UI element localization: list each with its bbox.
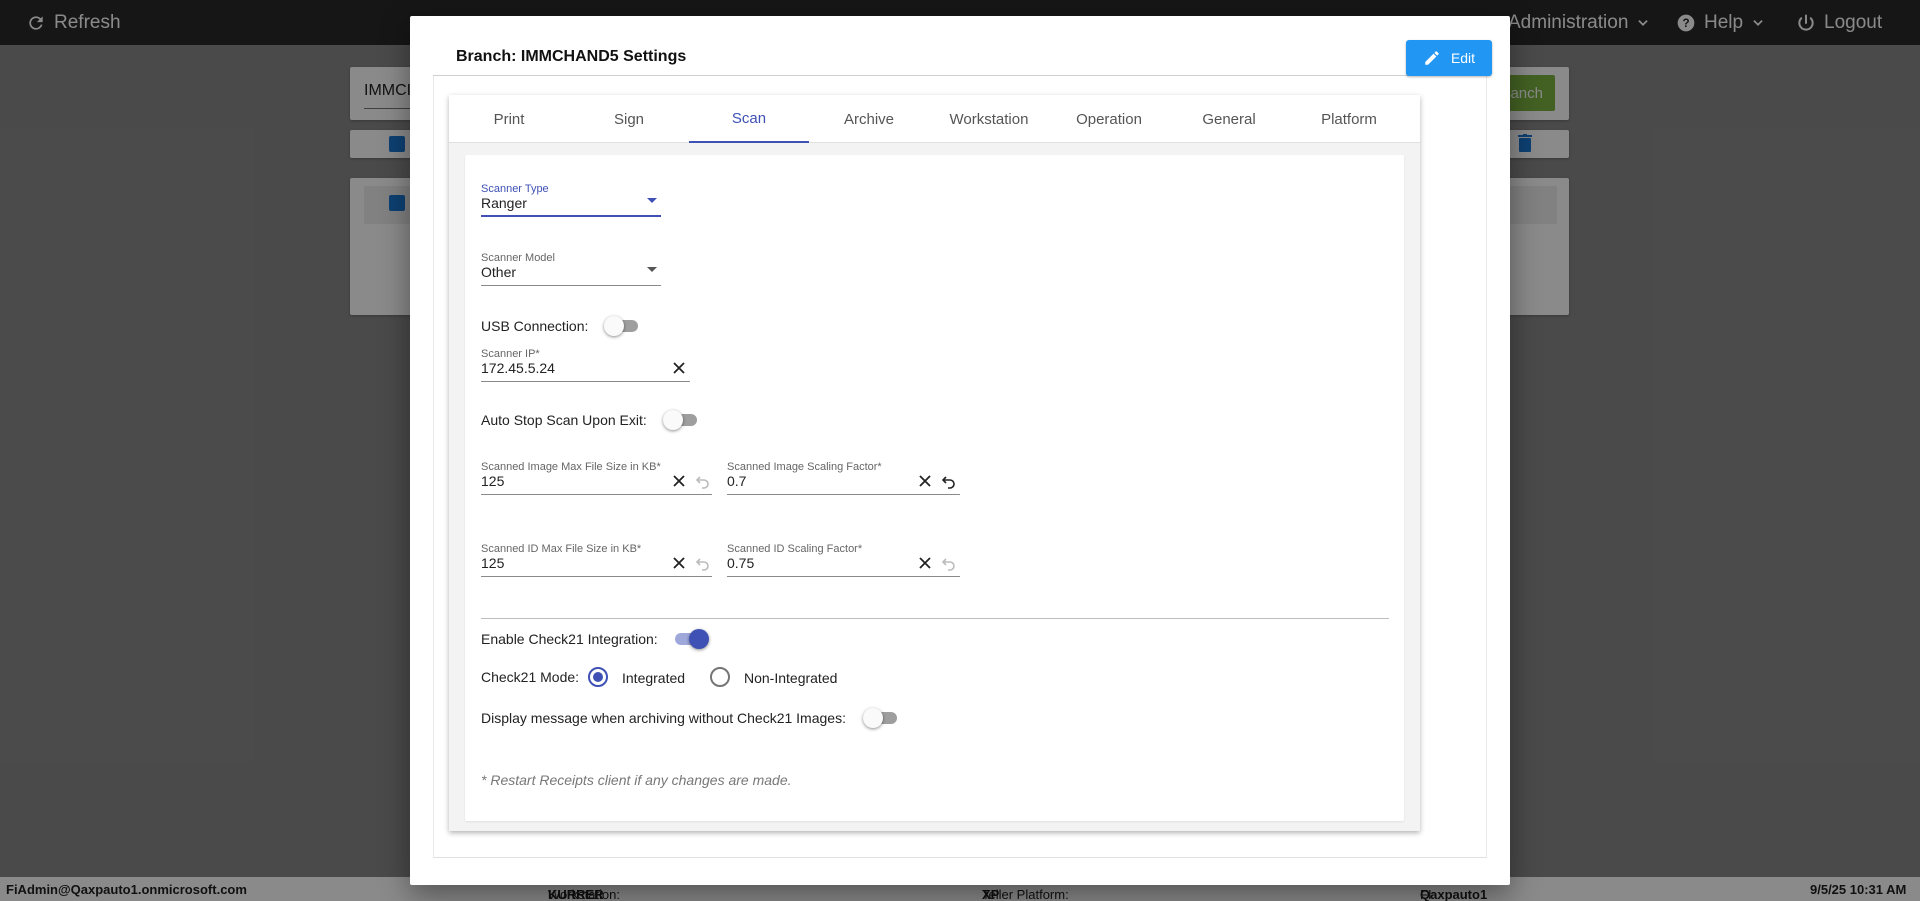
tab-label: Archive	[843, 110, 895, 128]
toggle-thumb	[663, 410, 683, 430]
tab-label: Workstation	[949, 110, 1029, 128]
tab-label: Print	[493, 110, 525, 128]
scanner-type-value: Ranger	[481, 195, 527, 211]
id-scaling-label: Scanned ID Scaling Factor*	[727, 543, 863, 555]
tab-general[interactable]: General	[1169, 95, 1289, 143]
toggle-thumb	[863, 708, 883, 728]
scanner-type-underline	[481, 215, 661, 217]
close-icon[interactable]	[671, 473, 687, 489]
scanner-model-label: Scanner Model	[481, 252, 555, 264]
undo-icon[interactable]	[694, 555, 710, 571]
check21-mode-label: Check21 Mode:	[481, 669, 580, 685]
check21-integration-toggle[interactable]	[671, 629, 709, 649]
tab-platform[interactable]: Platform	[1289, 95, 1409, 143]
tab-label: General	[1202, 110, 1256, 128]
image-scaling-label: Scanned Image Scaling Factor*	[727, 461, 882, 473]
id-max-size-field[interactable]: Scanned ID Max File Size in KB* 125	[481, 543, 712, 577]
undo-icon[interactable]	[940, 555, 956, 571]
id-max-size-underline	[481, 576, 712, 577]
scanner-ip-label: Scanner IP*	[481, 348, 540, 360]
id-max-size-label: Scanned ID Max File Size in KB*	[481, 543, 642, 555]
image-scaling-underline	[727, 494, 960, 495]
scanner-ip-field[interactable]: Scanner IP* 172.45.5.24	[481, 348, 690, 382]
usb-connection-toggle[interactable]	[604, 316, 640, 336]
tab-operation[interactable]: Operation	[1049, 95, 1169, 143]
pencil-icon	[1425, 51, 1439, 65]
scanner-ip-underline	[481, 381, 690, 382]
image-scaling-field[interactable]: Scanned Image Scaling Factor* 0.7	[727, 461, 960, 495]
tab-workstation[interactable]: Workstation	[929, 95, 1049, 143]
tab-print[interactable]: Print	[449, 95, 569, 143]
undo-icon[interactable]	[940, 473, 956, 489]
check21-integration-label: Enable Check21 Integration:	[481, 631, 658, 647]
display-message-label: Display message when archiving without C…	[481, 710, 846, 726]
scanner-model-value: Other	[481, 264, 517, 280]
image-max-size-label: Scanned Image Max File Size in KB*	[481, 461, 661, 473]
radio-integrated[interactable]	[588, 667, 608, 687]
section-divider	[481, 618, 1389, 619]
restart-note: * Restart Receipts client if any changes…	[481, 772, 792, 788]
radio-integrated-label[interactable]: Integrated	[622, 670, 685, 686]
usb-connection-label: USB Connection:	[481, 318, 589, 334]
scanner-type-label: Scanner Type	[481, 183, 549, 195]
close-icon[interactable]	[671, 360, 687, 376]
scan-settings-panel: Scanner Type Ranger Scanner Model Other …	[465, 155, 1404, 821]
radio-non-integrated-label[interactable]: Non-Integrated	[744, 670, 837, 686]
dropdown-arrow-icon	[647, 198, 657, 203]
image-max-size-value: 125	[481, 473, 505, 489]
close-icon[interactable]	[671, 555, 687, 571]
edit-button[interactable]: Edit	[1406, 40, 1492, 76]
auto-stop-toggle[interactable]	[663, 410, 699, 430]
dialog-header: Branch: IMMCHAND5 Settings	[433, 36, 1487, 76]
image-scaling-value: 0.7	[727, 473, 747, 489]
tab-sign[interactable]: Sign	[569, 95, 689, 143]
settings-card: Print Sign Scan Archive Workstation Oper…	[449, 95, 1420, 831]
toggle-thumb	[604, 316, 624, 336]
edit-label: Edit	[1450, 50, 1476, 66]
id-max-size-value: 125	[481, 555, 505, 571]
undo-icon[interactable]	[694, 473, 710, 489]
tab-label: Operation	[1076, 110, 1142, 128]
scanner-model-underline	[481, 285, 661, 286]
tab-label: Scan	[731, 109, 767, 127]
radio-non-integrated[interactable]	[710, 667, 730, 687]
auto-stop-label: Auto Stop Scan Upon Exit:	[481, 412, 647, 428]
id-scaling-value: 0.75	[727, 555, 755, 571]
dialog-title: Branch: IMMCHAND5 Settings	[456, 48, 687, 65]
dropdown-arrow-icon	[647, 267, 657, 272]
close-icon[interactable]	[917, 473, 933, 489]
id-scaling-underline	[727, 576, 960, 577]
scanner-ip-value: 172.45.5.24	[481, 360, 555, 376]
id-scaling-field[interactable]: Scanned ID Scaling Factor* 0.75	[727, 543, 960, 577]
display-message-toggle[interactable]	[863, 708, 899, 728]
tab-label: Sign	[613, 110, 645, 128]
scanner-model-select[interactable]: Scanner Model Other	[481, 252, 661, 286]
image-max-size-field[interactable]: Scanned Image Max File Size in KB* 125	[481, 461, 712, 495]
toggle-thumb	[689, 629, 709, 649]
scanner-type-select[interactable]: Scanner Type Ranger	[481, 183, 661, 217]
tab-scan[interactable]: Scan	[689, 95, 809, 143]
settings-tabs: Print Sign Scan Archive Workstation Oper…	[449, 95, 1420, 143]
tab-archive[interactable]: Archive	[809, 95, 929, 143]
tab-label: Platform	[1321, 110, 1377, 128]
close-icon[interactable]	[917, 555, 933, 571]
image-max-size-underline	[481, 494, 712, 495]
